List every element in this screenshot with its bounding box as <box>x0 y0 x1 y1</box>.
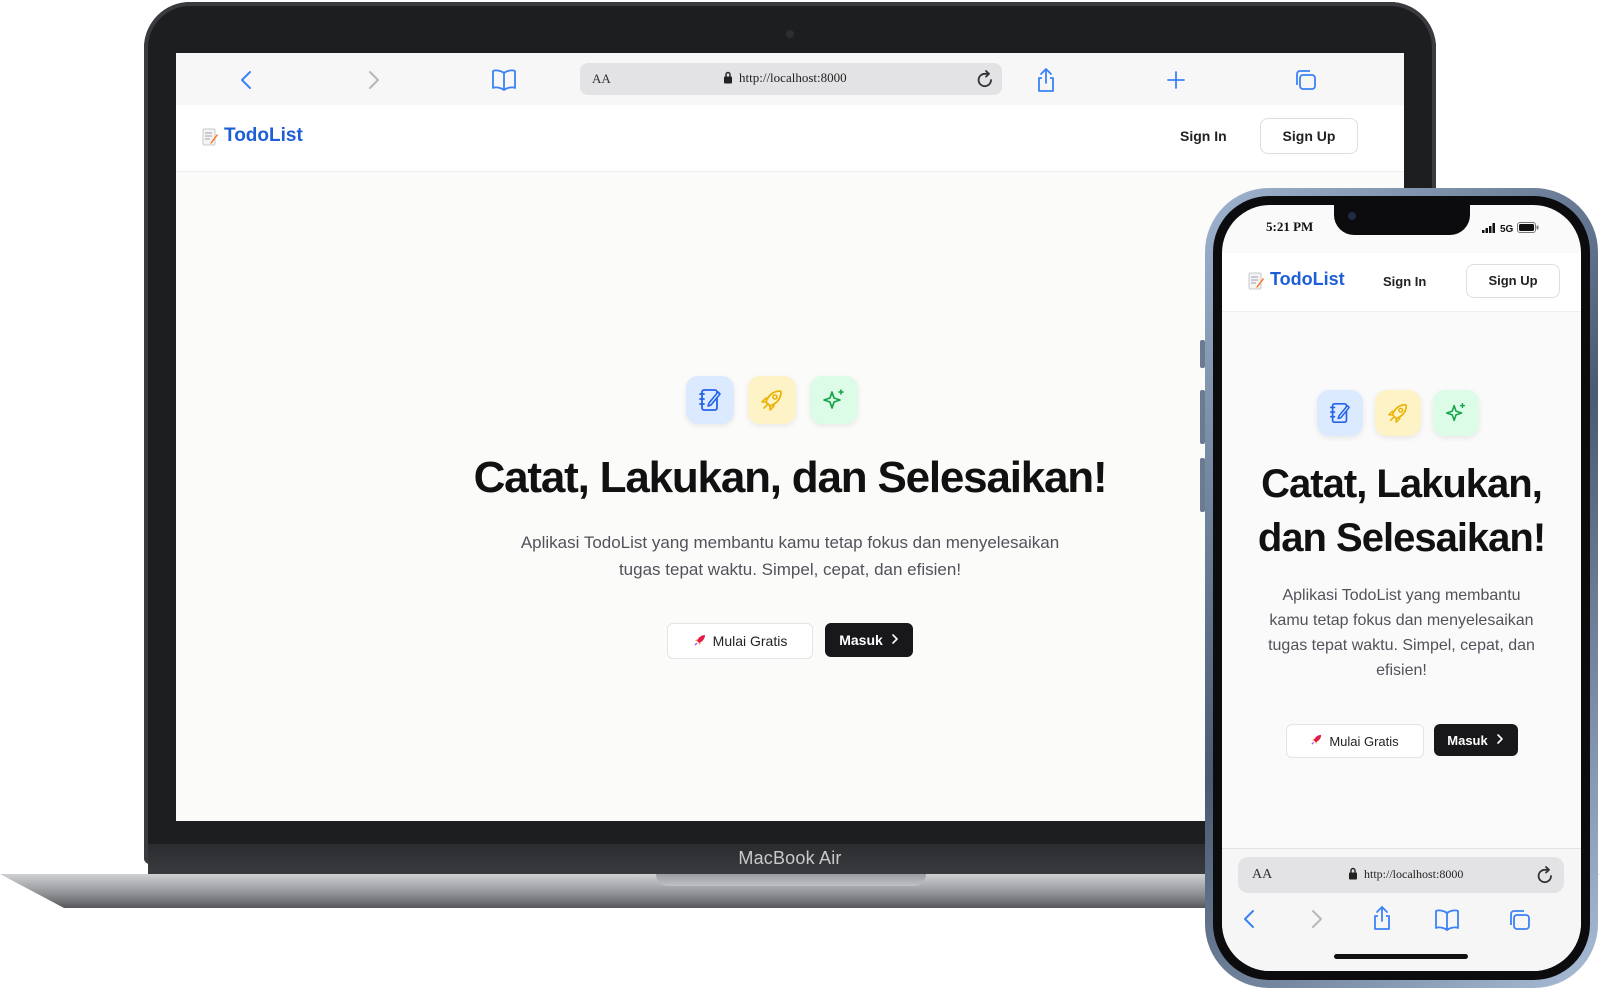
status-time: 5:21 PM <box>1266 219 1314 234</box>
mobile-signin-link[interactable]: Sign In <box>1383 274 1426 289</box>
logo-text: TodoList <box>224 125 303 146</box>
new-tab-icon[interactable] <box>1158 53 1194 105</box>
app-header: TodoList Sign In Sign Up <box>176 105 1404 172</box>
rocket-emoji-icon <box>693 633 707 650</box>
battery-icon <box>1517 220 1539 238</box>
mobile-subtitle-line: tugas tepat waktu. Simpel, cepat, dan <box>1268 637 1535 654</box>
hero-icons <box>686 376 858 424</box>
reload-icon[interactable] <box>976 69 994 94</box>
mobile-hero-icons <box>1317 390 1479 436</box>
memo-icon <box>1248 271 1264 289</box>
lock-icon <box>1348 867 1358 885</box>
mobile-login-button[interactable]: Masuk <box>1433 724 1518 756</box>
bookmarks-icon[interactable] <box>1434 909 1460 936</box>
chevron-right-icon <box>1496 733 1504 748</box>
mobile-subtitle-line: efisien! <box>1376 662 1427 679</box>
url-text: http://localhost:8000 <box>739 70 847 85</box>
phone-screen: 5:21 PM 5G TodoList Sign In Sign Up Cata… <box>1222 205 1581 971</box>
mobile-app-header: TodoList Sign In Sign Up <box>1222 253 1581 312</box>
notebook-icon <box>686 376 734 424</box>
login-label: Masuk <box>839 632 883 648</box>
mobile-subtitle-line: kamu tetap fokus dan menyelesaikan <box>1269 612 1534 629</box>
signup-button[interactable]: Sign Up <box>1260 118 1358 154</box>
chevron-right-icon <box>891 632 899 648</box>
mobile-login-label: Masuk <box>1447 732 1488 748</box>
start-free-label: Mulai Gratis <box>712 633 788 649</box>
address-bar[interactable]: AA http://localhost:8000 <box>580 63 1002 95</box>
logo[interactable]: TodoList <box>202 125 303 147</box>
mobile-url-text: http://localhost:8000 <box>1364 867 1464 881</box>
status-icons: 5G <box>1482 220 1539 238</box>
rocket-emoji-icon <box>1310 733 1323 749</box>
laptop-notch <box>656 874 926 886</box>
lock-icon <box>723 71 733 89</box>
rocket-icon <box>748 376 796 424</box>
forward-icon[interactable] <box>356 53 392 105</box>
mobile-hero-title-line: Catat, Lakukan, <box>1261 462 1543 506</box>
mobile-hero-subtitle: Aplikasi TodoList yang membantu kamu tet… <box>1222 583 1581 683</box>
sparkles-icon <box>810 376 858 424</box>
mobile-address-bar[interactable]: AA http://localhost:8000 <box>1238 857 1564 893</box>
mobile-browser-bar: AA http://localhost:8000 <box>1222 848 1581 971</box>
share-icon[interactable] <box>1028 53 1064 105</box>
start-free-button[interactable]: Mulai Gratis <box>667 623 813 659</box>
mobile-subtitle-line: Aplikasi TodoList yang membantu <box>1282 587 1521 604</box>
home-indicator <box>1334 954 1468 959</box>
mobile-start-free-button[interactable]: Mulai Gratis <box>1285 724 1424 758</box>
forward-icon[interactable] <box>1310 909 1324 934</box>
mobile-signup-button[interactable]: Sign Up <box>1466 264 1560 298</box>
signin-link[interactable]: Sign In <box>1180 128 1227 144</box>
phone-dynamic-island <box>1334 205 1470 235</box>
mobile-start-free-label: Mulai Gratis <box>1329 733 1399 749</box>
signal-icon <box>1482 220 1496 238</box>
rocket-icon <box>1375 390 1421 436</box>
mobile-logo-text: TodoList <box>1270 269 1345 289</box>
mobile-logo[interactable]: TodoList <box>1248 269 1345 290</box>
memo-icon <box>202 127 218 146</box>
reload-icon[interactable] <box>1536 865 1554 890</box>
mobile-hero-title: Catat, Lakukan, dan Selesaikan! <box>1222 457 1581 565</box>
tabs-icon[interactable] <box>1288 53 1324 105</box>
tabs-icon[interactable] <box>1508 909 1532 936</box>
browser-toolbar: AA http://localhost:8000 <box>176 53 1404 106</box>
text-size-button[interactable]: AA <box>592 71 611 87</box>
sparkles-icon <box>1433 390 1479 436</box>
mobile-text-size-button[interactable]: AA <box>1252 867 1272 883</box>
share-icon[interactable] <box>1372 905 1392 936</box>
mobile-cta-group: Mulai Gratis Masuk <box>1222 724 1581 758</box>
notebook-icon <box>1317 390 1363 436</box>
login-button[interactable]: Masuk <box>825 623 913 657</box>
back-icon[interactable] <box>228 53 264 105</box>
bookmarks-icon[interactable] <box>486 53 522 105</box>
laptop-camera <box>786 30 794 38</box>
phone-camera <box>1348 212 1356 220</box>
network-label: 5G <box>1500 223 1514 235</box>
mobile-hero-title-line: dan Selesaikan! <box>1257 516 1546 560</box>
back-icon[interactable] <box>1242 909 1256 934</box>
